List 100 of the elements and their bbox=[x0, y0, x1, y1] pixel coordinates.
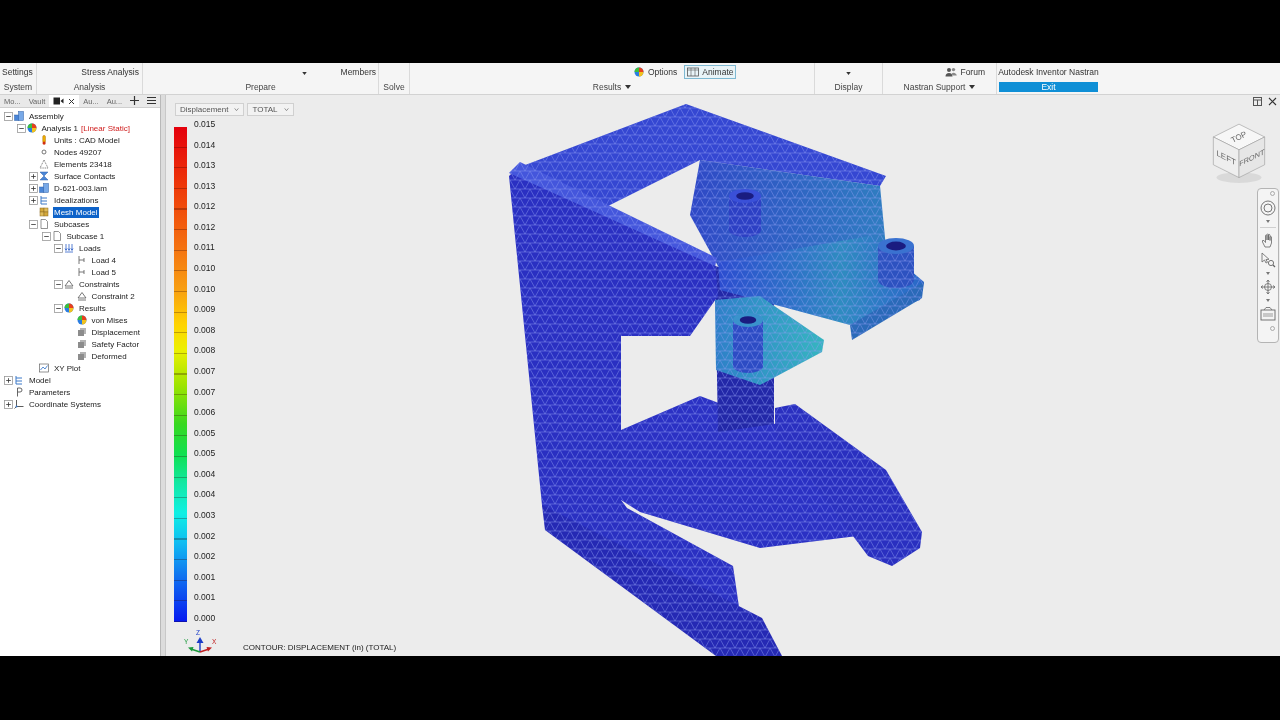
people-icon bbox=[945, 66, 958, 77]
cube-face-label: TOP bbox=[1229, 129, 1249, 145]
ribbon-group-label: Solve bbox=[382, 81, 406, 94]
tree-item[interactable]: Analysis 1 bbox=[40, 122, 79, 134]
expand-toggle[interactable] bbox=[54, 303, 63, 313]
close-icon[interactable] bbox=[68, 97, 76, 105]
tree-item[interactable]: Elements 23418 bbox=[53, 158, 113, 170]
expand-toggle[interactable] bbox=[29, 183, 38, 193]
ribbon-button[interactable]: Forum bbox=[942, 64, 988, 79]
caret-icon[interactable] bbox=[1266, 272, 1270, 275]
dropdown-caret-icon[interactable] bbox=[846, 72, 851, 75]
scale-value: 0.004 bbox=[194, 467, 216, 480]
tree-item[interactable]: Units : CAD Model bbox=[53, 134, 121, 146]
expand-toggle[interactable] bbox=[4, 375, 13, 385]
expand-toggle[interactable] bbox=[29, 171, 38, 181]
tree-item[interactable]: Idealizations bbox=[53, 194, 100, 206]
tree-item[interactable]: Mesh Model bbox=[53, 206, 99, 218]
stack-icon bbox=[76, 351, 87, 361]
contour-icon bbox=[633, 66, 645, 77]
group-menu-button[interactable]: Nastran Support bbox=[883, 80, 996, 94]
expand-toggle[interactable] bbox=[16, 123, 26, 133]
expand-toggle[interactable] bbox=[29, 195, 38, 205]
tree-item[interactable]: Deformed bbox=[90, 350, 128, 362]
scale-value: 0.008 bbox=[194, 344, 216, 357]
group-button[interactable]: Exit bbox=[999, 82, 1098, 92]
dot-icon[interactable] bbox=[1270, 191, 1275, 196]
expand-toggle[interactable] bbox=[41, 231, 51, 241]
wheel-icon[interactable] bbox=[1260, 200, 1276, 216]
caret-icon[interactable] bbox=[1266, 299, 1270, 302]
tree-item[interactable]: Nodes 49207 bbox=[53, 146, 103, 158]
result-type-dropdown[interactable]: Displacement bbox=[175, 103, 245, 116]
contour-caption: CONTOUR: DISPLACEMENT (in) (TOTAL) bbox=[243, 643, 397, 652]
tree-item[interactable]: Subcases bbox=[53, 218, 91, 230]
group-menu-button[interactable]: Results bbox=[410, 80, 814, 94]
support-icon bbox=[76, 291, 87, 301]
expand-toggle[interactable] bbox=[29, 219, 38, 229]
arrows-icon bbox=[64, 243, 74, 253]
tree-item[interactable]: Surface Contacts bbox=[53, 170, 117, 182]
ribbon-command[interactable]: Settings bbox=[2, 66, 33, 77]
tree-item[interactable]: Coordinate Systems bbox=[28, 398, 103, 410]
scale-value: 0.005 bbox=[194, 426, 216, 439]
ribbon-button[interactable]: Animate bbox=[684, 64, 737, 79]
scale-value: 0.002 bbox=[194, 550, 216, 563]
zoom-window-icon[interactable] bbox=[1260, 252, 1276, 268]
scale-value: 0.005 bbox=[194, 447, 216, 460]
tree-list-icon bbox=[14, 375, 24, 385]
dropdown-caret-icon[interactable] bbox=[301, 72, 307, 75]
ribbon-group-label: Prepare bbox=[244, 81, 277, 94]
scale-value: 0.012 bbox=[194, 220, 216, 233]
plus-icon[interactable] bbox=[130, 96, 140, 105]
layout-icon[interactable] bbox=[1253, 97, 1262, 106]
dot-icon[interactable] bbox=[1270, 326, 1275, 331]
ribbon-command[interactable]: Autodesk Inventor Nastran bbox=[998, 66, 1099, 77]
tree-item[interactable]: Assembly bbox=[28, 110, 65, 122]
tree-item[interactable]: Parameters bbox=[28, 386, 72, 398]
ribbon-command[interactable]: Members bbox=[340, 66, 376, 77]
ribbon-command[interactable]: Stress Analysis bbox=[81, 66, 139, 77]
orbit-icon[interactable] bbox=[1260, 279, 1276, 295]
caret-icon bbox=[234, 108, 240, 111]
tree-item[interactable]: Load 5 bbox=[90, 266, 117, 278]
scale-value: 0.000 bbox=[194, 611, 216, 624]
scale-value: 0.015 bbox=[194, 118, 216, 130]
component-dropdown[interactable]: TOTAL bbox=[247, 103, 294, 116]
close-icon[interactable] bbox=[1268, 97, 1277, 106]
tree-item[interactable]: Displacement bbox=[90, 326, 141, 338]
tree-item[interactable]: Constraints bbox=[78, 278, 121, 290]
tree-item[interactable]: Results bbox=[78, 302, 107, 314]
expand-toggle[interactable] bbox=[54, 279, 63, 289]
ribbon-group-label: Display bbox=[833, 81, 864, 94]
cube-face-label: LEFT bbox=[1216, 148, 1236, 168]
tree-item[interactable]: D-621-003.iam bbox=[53, 182, 108, 194]
ribbon-button[interactable]: Options bbox=[630, 64, 681, 79]
menu-icon[interactable] bbox=[147, 96, 156, 105]
thermometer-icon bbox=[39, 135, 49, 145]
analysis-type-label: [Linear Static] bbox=[80, 123, 130, 133]
expand-toggle[interactable] bbox=[4, 399, 13, 409]
tree-item[interactable]: Model bbox=[28, 374, 52, 386]
tree-item[interactable]: Safety Factor bbox=[90, 338, 141, 350]
expand-toggle[interactable] bbox=[54, 243, 63, 253]
contour-icon bbox=[76, 315, 87, 325]
tree-item[interactable]: Loads bbox=[78, 242, 102, 254]
circle-icon bbox=[39, 147, 49, 157]
tree-item[interactable]: Constraint 2 bbox=[90, 290, 136, 302]
scale-value: 0.012 bbox=[194, 200, 216, 213]
monitor-icon[interactable] bbox=[1260, 306, 1276, 322]
caret-icon[interactable] bbox=[1266, 220, 1270, 223]
panel-tab[interactable] bbox=[49, 95, 80, 107]
scale-value: 0.008 bbox=[194, 323, 216, 336]
blocks-icon bbox=[14, 111, 24, 121]
tree-item[interactable]: XY Plot bbox=[53, 362, 82, 374]
bracket-icon bbox=[76, 255, 87, 265]
scale-value: 0.013 bbox=[194, 159, 216, 172]
hourglass-icon bbox=[39, 171, 49, 181]
scale-value: 0.011 bbox=[194, 241, 216, 254]
expand-toggle[interactable] bbox=[4, 111, 13, 121]
scale-value: 0.009 bbox=[194, 303, 216, 316]
tree-item[interactable]: Subcase 1 bbox=[65, 230, 106, 242]
tree-item[interactable]: Load 4 bbox=[90, 254, 117, 266]
axes-icon bbox=[14, 399, 24, 409]
tree-item[interactable]: von Mises bbox=[90, 314, 129, 326]
